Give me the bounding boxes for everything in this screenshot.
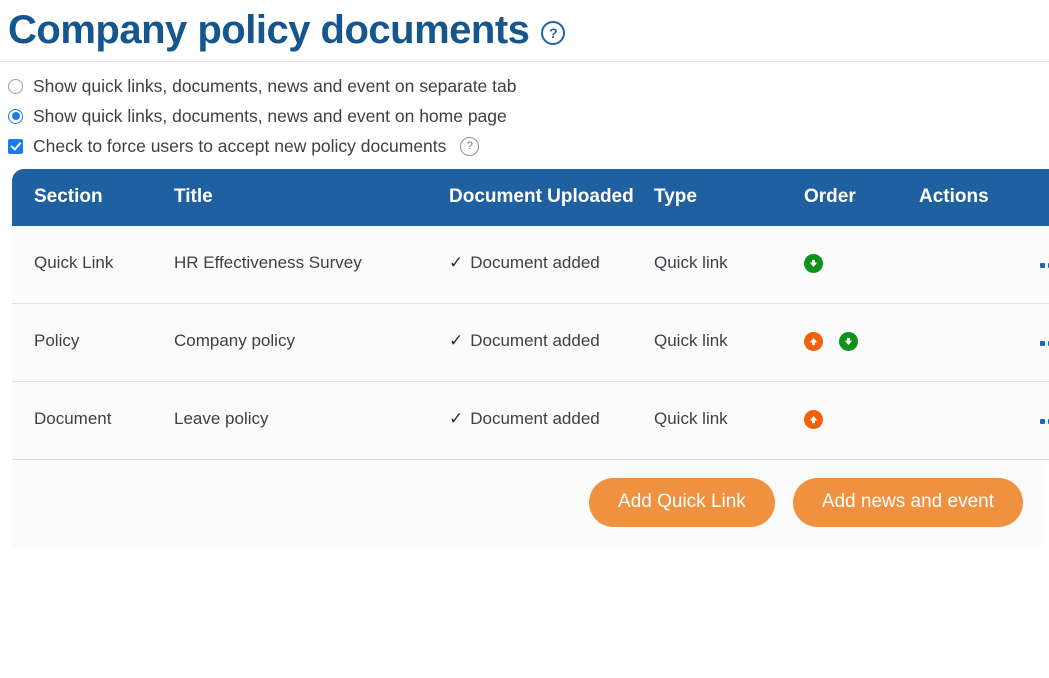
page-title: Company policy documents bbox=[8, 7, 530, 52]
document-uploaded-label: Document added bbox=[470, 331, 600, 351]
cell-order bbox=[804, 226, 919, 305]
column-header-order: Order bbox=[804, 169, 919, 227]
option-separate-tab-label: Show quick links, documents, news and ev… bbox=[33, 75, 517, 96]
table-header-row: Section Title Document Uploaded Type Ord… bbox=[12, 169, 1049, 227]
move-up-icon[interactable] bbox=[804, 332, 823, 352]
option-home-page-label: Show quick links, documents, news and ev… bbox=[33, 105, 507, 126]
move-down-icon[interactable] bbox=[839, 332, 858, 352]
cell-title: HR Effectiveness Survey bbox=[174, 226, 449, 305]
cell-type: Quick link bbox=[654, 381, 804, 460]
move-up-icon[interactable] bbox=[804, 410, 823, 430]
radio-home-page[interactable] bbox=[8, 108, 23, 124]
radio-separate-tab[interactable] bbox=[8, 78, 23, 94]
table-row: Policy Company policy ✓ Document added Quick… bbox=[12, 303, 1049, 383]
column-header-type: Type bbox=[654, 169, 804, 227]
cell-document-uploaded: ✓ Document added bbox=[449, 381, 654, 460]
check-icon: ✓ bbox=[449, 409, 464, 429]
row-actions-menu-icon[interactable] bbox=[1038, 337, 1049, 350]
document-uploaded-label: Document added bbox=[470, 253, 600, 273]
column-header-actions: Actions bbox=[919, 169, 1049, 227]
cell-type: Quick link bbox=[654, 226, 804, 305]
question-circle-icon[interactable]: ? bbox=[541, 20, 566, 45]
table-body: Quick Link HR Effectiveness Survey ✓ Docume… bbox=[12, 226, 1049, 460]
cell-actions bbox=[919, 381, 1049, 460]
cell-title: Leave policy bbox=[174, 381, 449, 460]
add-news-and-event-button[interactable]: Add news and event bbox=[792, 477, 1023, 527]
move-down-icon[interactable] bbox=[804, 254, 823, 274]
column-header-section: Section bbox=[12, 169, 174, 227]
cell-document-uploaded: ✓ Document added bbox=[449, 226, 654, 305]
cell-section: Document bbox=[12, 381, 174, 460]
order-controls bbox=[804, 330, 919, 352]
cell-title: Company policy bbox=[174, 303, 449, 383]
row-actions-menu-icon[interactable] bbox=[1038, 415, 1049, 428]
table-row: Document Leave policy ✓ Document added Quick… bbox=[12, 381, 1049, 460]
document-uploaded-label: Document added bbox=[470, 409, 600, 429]
add-quick-link-button[interactable]: Add Quick Link bbox=[589, 477, 775, 527]
checkbox-force-accept[interactable] bbox=[8, 138, 23, 154]
option-separate-tab[interactable]: Show quick links, documents, news and ev… bbox=[8, 71, 1049, 101]
page-header: Company policy documents ? bbox=[0, 0, 1049, 62]
column-header-title: Title bbox=[174, 169, 449, 227]
documents-table: Section Title Document Uploaded Type Ord… bbox=[12, 169, 1049, 460]
cell-type: Quick link bbox=[654, 303, 804, 383]
cell-actions bbox=[919, 226, 1049, 305]
documents-table-container: Section Title Document Uploaded Type Ord… bbox=[12, 169, 1049, 549]
table-head: Section Title Document Uploaded Type Ord… bbox=[12, 169, 1049, 227]
cell-section: Policy bbox=[12, 303, 174, 383]
check-icon: ✓ bbox=[449, 253, 464, 273]
table-row: Quick Link HR Effectiveness Survey ✓ Docume… bbox=[12, 226, 1049, 305]
cell-document-uploaded: ✓ Document added bbox=[449, 303, 654, 383]
check-icon: ✓ bbox=[449, 331, 464, 351]
order-controls bbox=[804, 252, 919, 274]
option-force-accept[interactable]: Check to force users to accept new polic… bbox=[8, 131, 1049, 161]
policy-documents-page: Company policy documents ? Show quick li… bbox=[0, 0, 1049, 678]
cell-actions bbox=[919, 303, 1049, 383]
cell-order bbox=[804, 381, 919, 460]
order-controls bbox=[804, 408, 919, 430]
cell-order bbox=[804, 303, 919, 383]
row-actions-menu-icon[interactable] bbox=[1038, 259, 1049, 272]
cell-section: Quick Link bbox=[12, 226, 174, 305]
question-circle-icon-force-accept[interactable]: ? bbox=[460, 136, 480, 156]
table-footer: Add Quick Link Add news and event bbox=[12, 459, 1041, 549]
option-force-accept-label: Check to force users to accept new polic… bbox=[33, 135, 447, 156]
display-options: Show quick links, documents, news and ev… bbox=[0, 62, 1049, 161]
option-home-page[interactable]: Show quick links, documents, news and ev… bbox=[8, 101, 1049, 131]
column-header-document-uploaded: Document Uploaded bbox=[449, 169, 654, 227]
